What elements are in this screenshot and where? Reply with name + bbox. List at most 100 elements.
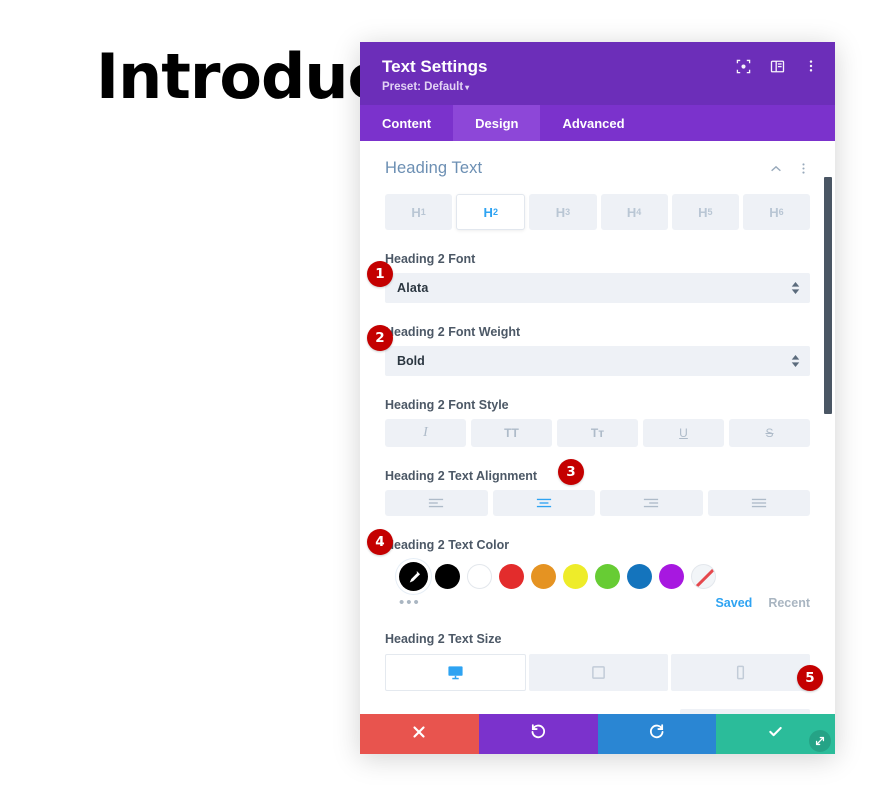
h3-sub: 3	[565, 207, 571, 217]
swatch-green[interactable]	[595, 564, 620, 589]
heading-2-text-size-label: Heading 2 Text Size	[385, 632, 502, 646]
redo-button[interactable]	[597, 714, 717, 754]
align-center-icon[interactable]	[492, 490, 595, 516]
h6-label: H	[769, 204, 779, 220]
text-color-picker-swatch[interactable]	[399, 562, 428, 591]
small-caps-icon[interactable]: Tᴛ	[557, 419, 638, 447]
h4-label: H	[626, 204, 637, 220]
close-icon	[411, 724, 427, 745]
more-vertical-icon[interactable]	[803, 58, 819, 74]
swatch-none[interactable]	[691, 564, 716, 589]
annotation-badge-5: 5	[797, 665, 823, 691]
spinner-icon	[791, 282, 800, 294]
recent-colors-tab[interactable]: Recent	[768, 596, 810, 610]
section-more-vertical-icon[interactable]	[797, 162, 810, 175]
preset-selector[interactable]: Preset: Default ▾	[382, 81, 813, 93]
swatch-orange[interactable]	[531, 564, 556, 589]
color-swatch-meta: ••• Saved Recent	[385, 595, 810, 610]
swatch-blue[interactable]	[627, 564, 652, 589]
modal-tabs: Content Design Advanced	[360, 105, 835, 141]
h3-label: H	[555, 204, 566, 220]
align-left-icon[interactable]	[385, 490, 488, 516]
h6-sub: 6	[778, 207, 784, 217]
annotation-badge-2: 2	[367, 325, 393, 351]
modal-header: Text Settings Preset: Default ▾	[360, 42, 835, 105]
heading-level-h5[interactable]: H5	[671, 194, 739, 230]
section-title: Heading Text	[385, 159, 483, 177]
layout-columns-icon[interactable]	[769, 58, 785, 74]
heading-level-h2[interactable]: H2	[456, 194, 526, 230]
align-justify-icon[interactable]	[707, 490, 810, 516]
strikethrough-icon[interactable]: S	[729, 419, 810, 447]
screen: Introduction Text Settings Preset: Defau…	[0, 0, 880, 792]
cancel-button[interactable]	[360, 714, 479, 754]
annotation-badge-1: 1	[367, 261, 393, 287]
focus-icon[interactable]	[735, 58, 751, 74]
heading-level-group: H1 H2 H3 H4 H5 H6	[385, 194, 811, 230]
tablet-icon[interactable]	[529, 654, 668, 691]
swatch-white[interactable]	[467, 564, 492, 589]
modal-body: Heading Text H1 H2 H3 H4 H5 H6 Heading 2…	[360, 141, 835, 714]
text-alignment-group	[385, 490, 810, 516]
uppercase-icon[interactable]: TT	[471, 419, 552, 447]
chevron-down-icon: ▾	[465, 83, 470, 92]
tab-advanced[interactable]: Advanced	[540, 105, 646, 141]
swatch-black[interactable]	[435, 564, 460, 589]
h1-sub: 1	[420, 207, 426, 217]
h4-sub: 4	[636, 207, 642, 217]
heading-level-h6[interactable]: H6	[742, 194, 811, 230]
swatch-purple[interactable]	[659, 564, 684, 589]
heading-level-h1[interactable]: H1	[385, 194, 453, 230]
device-selector-group	[385, 654, 810, 691]
heading-2-font-select[interactable]: Alata	[385, 273, 810, 303]
strikethrough-glyph: S	[765, 426, 774, 440]
saved-colors-tab[interactable]: Saved	[715, 596, 752, 610]
redo-icon	[648, 723, 665, 745]
tab-design[interactable]: Design	[453, 105, 541, 141]
heading-2-text-color-label: Heading 2 Text Color	[385, 538, 510, 552]
underline-icon[interactable]: U	[643, 419, 724, 447]
italic-glyph: I	[423, 425, 428, 440]
header-icon-group	[735, 58, 819, 74]
color-swatch-row	[385, 562, 810, 591]
resize-icon[interactable]	[809, 730, 831, 752]
heading-2-font-weight-label: Heading 2 Font Weight	[385, 325, 521, 339]
italic-icon[interactable]: I	[385, 419, 466, 447]
vertical-scrollbar[interactable]	[824, 177, 832, 414]
phone-icon[interactable]	[671, 654, 810, 691]
underline-glyph: U	[679, 426, 688, 440]
h5-sub: 5	[707, 207, 713, 217]
spinner-icon	[791, 355, 800, 367]
align-right-icon[interactable]	[600, 490, 703, 516]
chevron-up-icon[interactable]	[769, 162, 783, 176]
preset-label: Preset: Default	[382, 81, 464, 93]
uppercase-glyph: TT	[504, 426, 519, 440]
heading-2-font-value: Alata	[397, 281, 429, 295]
heading-2-font-weight-select[interactable]: Bold	[385, 346, 810, 376]
heading-level-h3[interactable]: H3	[529, 194, 597, 230]
undo-button[interactable]	[478, 714, 598, 754]
heading-2-font-weight-value: Bold	[397, 354, 425, 368]
tab-content[interactable]: Content	[360, 105, 453, 141]
h2-sub: 2	[492, 207, 498, 217]
desktop-icon[interactable]	[385, 654, 526, 691]
check-icon	[767, 723, 784, 745]
undo-icon	[530, 723, 547, 745]
heading-2-text-alignment-label: Heading 2 Text Alignment	[385, 469, 538, 483]
small-caps-glyph: Tᴛ	[590, 426, 605, 440]
heading-level-h4[interactable]: H4	[600, 194, 668, 230]
saved-recent-toggle: Saved Recent	[715, 596, 810, 610]
heading-text-section-header: Heading Text	[385, 141, 810, 186]
more-colors-icon[interactable]: •••	[399, 595, 421, 610]
h1-label: H	[411, 204, 421, 220]
heading-2-font-style-label: Heading 2 Font Style	[385, 398, 509, 412]
h5-label: H	[698, 204, 708, 220]
modal-footer	[360, 714, 835, 754]
h2-label: H	[483, 204, 493, 220]
swatch-red[interactable]	[499, 564, 524, 589]
swatch-yellow[interactable]	[563, 564, 588, 589]
font-style-group: I TT Tᴛ U S	[385, 419, 810, 447]
annotation-badge-4: 4	[367, 529, 393, 555]
heading-2-font-label: Heading 2 Font	[385, 252, 476, 266]
text-settings-modal: Text Settings Preset: Default ▾ Content …	[360, 42, 835, 754]
